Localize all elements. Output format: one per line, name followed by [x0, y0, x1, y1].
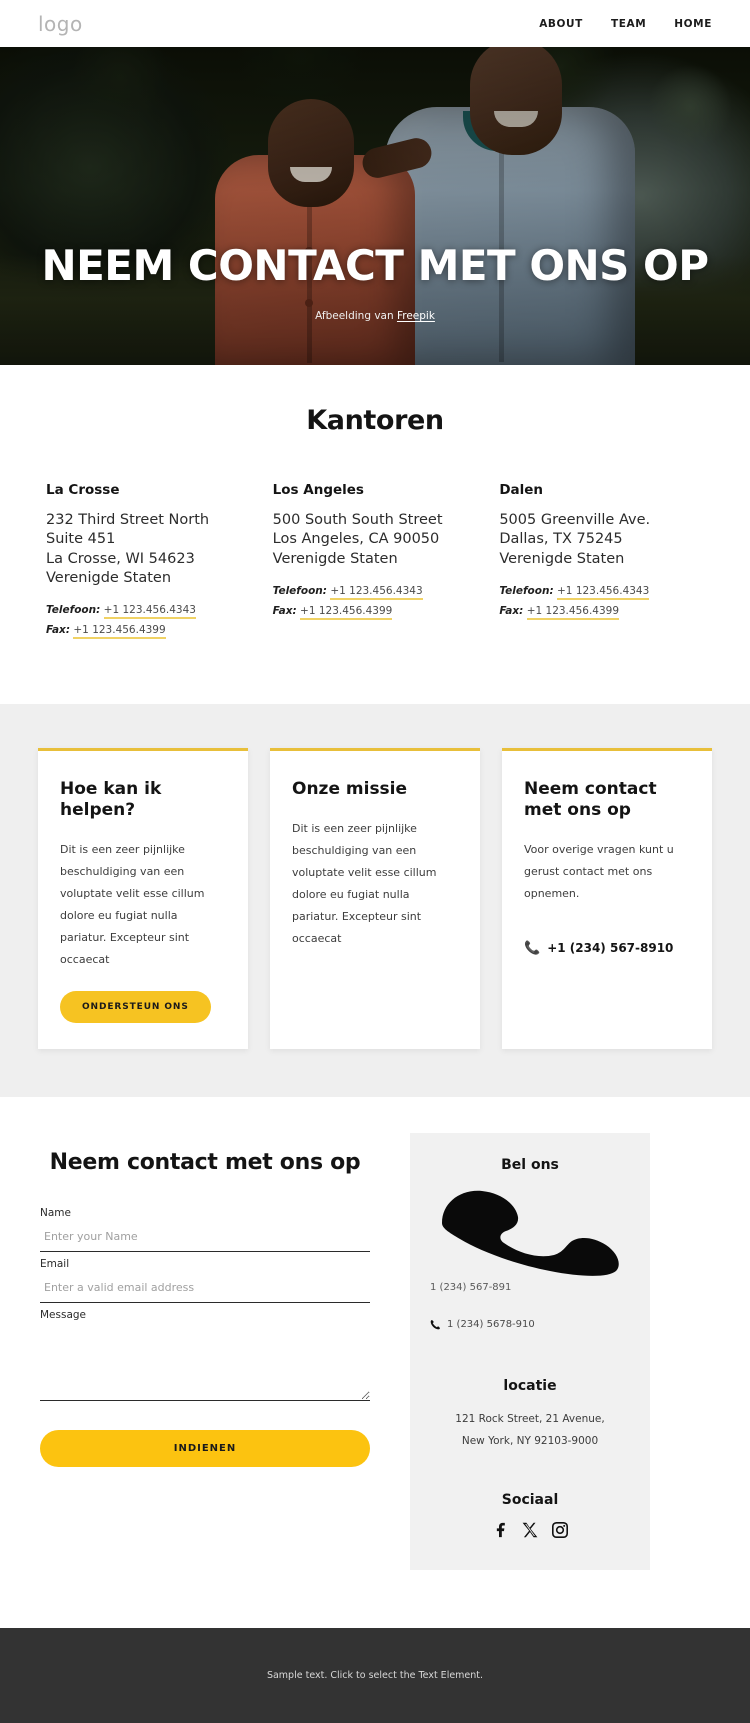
office-phone-label: Telefoon:	[499, 584, 554, 597]
x-twitter-icon[interactable]	[522, 1522, 538, 1538]
message-textarea[interactable]	[40, 1328, 370, 1401]
info-card-mission: Onze missie Dit is een zeer pijnlijke be…	[270, 748, 480, 1049]
card-title: Neem contact met ons op	[524, 779, 657, 820]
card-title: Onze missie	[292, 779, 408, 800]
office-phone-row: Telefoon: +1 123.456.4343	[46, 604, 251, 620]
phone-icon	[430, 1319, 440, 1329]
social-title: Sociaal	[501, 1491, 559, 1508]
office-phone-label: Telefoon:	[46, 604, 101, 617]
card-text: Dit is een zeer pijnlijke beschuldiging …	[292, 821, 437, 945]
nav-link-team[interactable]: TEAM	[611, 18, 646, 30]
office-card: La Crosse 232 Third Street North Suite 4…	[46, 482, 251, 644]
name-label: Name	[40, 1206, 71, 1219]
email-label: Email	[40, 1257, 70, 1270]
phone-handset-icon	[442, 1190, 619, 1276]
instagram-icon[interactable]	[551, 1521, 568, 1538]
office-card: Dalen 5005 Greenville Ave. Dallas, TX 75…	[499, 482, 704, 644]
info-card-contact: Neem contact met ons op Voor overige vra…	[502, 748, 712, 1049]
submit-button[interactable]: INDIENEN	[40, 1429, 370, 1467]
office-fax-row: Fax: +1 123.456.4399	[46, 624, 251, 640]
call-us-phone-secondary: 1 (234) 5678-910	[447, 1318, 535, 1330]
office-fax-label: Fax:	[272, 604, 297, 617]
office-address: 5005 Greenville Ave. Dallas, TX 75245 Ve…	[499, 512, 651, 567]
office-phone-link[interactable]: +1 123.456.4343	[103, 604, 196, 620]
office-phone-link[interactable]: +1 123.456.4343	[557, 584, 650, 600]
info-card-help: Hoe kan ik helpen? Dit is een zeer pijnl…	[38, 748, 248, 1049]
name-input[interactable]	[40, 1227, 370, 1252]
page-title: NEEM CONTACT MET ONS OP	[41, 241, 709, 290]
contact-section: Neem contact met ons op Name Email Messa…	[0, 1096, 750, 1628]
phone-icon: 📞	[524, 940, 541, 956]
office-phone-link[interactable]: +1 123.456.4343	[330, 584, 423, 600]
nav-link-home[interactable]: HOME	[674, 18, 712, 30]
office-fax-link[interactable]: +1 123.456.4399	[526, 604, 619, 620]
site-header: logo ABOUT TEAM HOME	[0, 0, 750, 47]
message-label: Message	[40, 1308, 87, 1321]
social-links	[430, 1521, 630, 1538]
office-name: Dalen	[499, 482, 544, 498]
field-name: Name	[40, 1207, 370, 1252]
office-fax-row: Fax: +1 123.456.4399	[272, 604, 478, 620]
contact-form: Neem contact met ons op Name Email Messa…	[40, 1133, 370, 1570]
office-address: 232 Third Street North Suite 451 La Cros…	[46, 512, 210, 586]
facebook-icon[interactable]	[493, 1522, 508, 1538]
office-fax-link[interactable]: +1 123.456.4399	[73, 624, 166, 640]
offices-grid: La Crosse 232 Third Street North Suite 4…	[0, 482, 750, 644]
office-phone-row: Telefoon: +1 123.456.4343	[272, 584, 478, 600]
office-card: Los Angeles 500 South South Street Los A…	[273, 482, 478, 644]
office-fax-label: Fax:	[499, 604, 524, 617]
offices-section: Kantoren La Crosse 232 Third Street Nort…	[0, 365, 750, 705]
hero-image-credit: Afbeelding van Freepik	[0, 310, 750, 322]
main-nav: ABOUT TEAM HOME	[539, 18, 712, 30]
info-cards-section: Hoe kan ik helpen? Dit is een zeer pijnl…	[0, 704, 750, 1097]
hero-content: NEEM CONTACT MET ONS OP Afbeelding van F…	[0, 241, 750, 322]
office-name: La Crosse	[46, 482, 120, 498]
office-fax-row: Fax: +1 123.456.4399	[499, 604, 704, 620]
office-address: 500 South South Street Los Angeles, CA 9…	[272, 512, 443, 567]
hero-credit-link[interactable]: Freepik	[397, 310, 435, 322]
card-title: Hoe kan ik helpen?	[60, 779, 162, 820]
site-footer: Sample text. Click to select the Text El…	[0, 1627, 750, 1723]
location-address: 121 Rock Street, 21 Avenue, New York, NY…	[455, 1412, 605, 1447]
hero-banner: NEEM CONTACT MET ONS OP Afbeelding van F…	[0, 47, 750, 365]
office-fax-link[interactable]: +1 123.456.4399	[300, 604, 393, 620]
office-name: Los Angeles	[272, 482, 364, 498]
info-cards-grid: Hoe kan ik helpen? Dit is een zeer pijnl…	[0, 748, 750, 1049]
card-phone-number: +1 (234) 567-8910	[547, 941, 674, 956]
call-us-phone-secondary-row[interactable]: 1 (234) 5678-910	[430, 1319, 630, 1330]
nav-link-about[interactable]: ABOUT	[539, 18, 583, 30]
call-us-phone-primary[interactable]: 1 (234) 567-891	[430, 1282, 630, 1293]
field-message: Message	[40, 1309, 370, 1406]
site-logo[interactable]: logo	[38, 12, 83, 36]
call-us-title: Bel ons	[501, 1156, 559, 1173]
contact-info-panel: Bel ons 1 (234) 567-891 1 (234) 5678-910…	[410, 1132, 650, 1570]
support-us-button[interactable]: ONDERSTEUN ONS	[60, 990, 211, 1023]
email-input[interactable]	[40, 1278, 370, 1303]
location-title: locatie	[503, 1377, 557, 1394]
contact-form-title: Neem contact met ons op	[49, 1149, 361, 1175]
card-phone-row[interactable]: 📞 +1 (234) 567-8910	[524, 941, 690, 956]
office-fax-label: Fax:	[46, 624, 71, 637]
office-phone-row: Telefoon: +1 123.456.4343	[499, 584, 704, 600]
hero-credit-prefix: Afbeelding van	[315, 310, 397, 323]
card-text: Dit is een zeer pijnlijke beschuldiging …	[60, 842, 205, 966]
offices-heading: Kantoren	[306, 405, 444, 436]
footer-text[interactable]: Sample text. Click to select the Text El…	[267, 1670, 483, 1681]
card-text: Voor overige vragen kunt u gerust contac…	[524, 842, 674, 900]
field-email: Email	[40, 1258, 370, 1303]
office-phone-label: Telefoon:	[272, 584, 327, 597]
